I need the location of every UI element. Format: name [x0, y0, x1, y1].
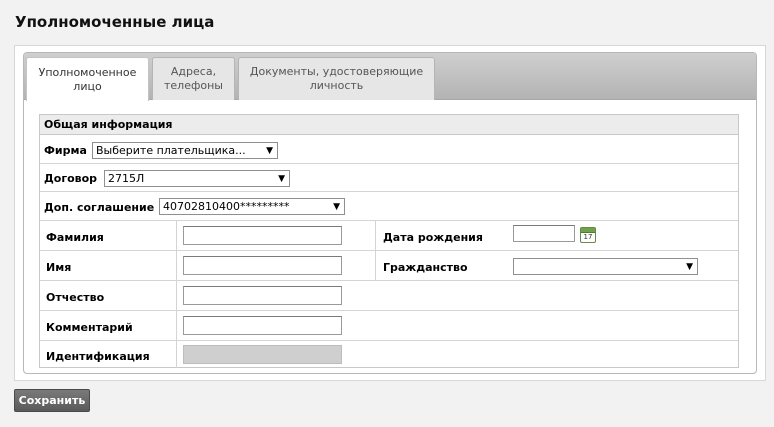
chevron-down-icon: ▼ [278, 174, 285, 184]
patronymic-label: Отчество [46, 291, 105, 304]
firm-label: Фирма [44, 144, 87, 157]
contract-label: Договор [44, 172, 98, 185]
name-label: Имя [46, 261, 72, 274]
tab-label: Адреса, телефоны [164, 65, 223, 92]
chevron-down-icon: ▼ [266, 146, 273, 156]
tab-identity-documents[interactable]: Документы, удостоверяющие личность [238, 57, 435, 100]
firm-row: Фирма Выберите плательщика... ▼ [40, 136, 738, 164]
comment-label: Комментарий [46, 321, 133, 334]
tab-label: Документы, удостоверяющие личность [249, 65, 424, 92]
identification-row: Идентификация [40, 341, 738, 368]
chevron-down-icon: ▼ [333, 202, 340, 212]
tabs-container: Уполномоченное лицо Адреса, телефоны Док… [23, 52, 757, 374]
name-input[interactable] [183, 256, 342, 275]
agreement-select-value: 40702810400********* [163, 200, 290, 213]
save-button[interactable]: Сохранить [14, 389, 90, 412]
tab-addresses-phones[interactable]: Адреса, телефоны [152, 57, 235, 100]
agreement-select[interactable]: 40702810400********* ▼ [159, 198, 345, 215]
firm-select[interactable]: Выберите плательщика... ▼ [92, 142, 278, 159]
contract-select[interactable]: 2715Л ▼ [104, 170, 290, 187]
contract-select-value: 2715Л [108, 172, 145, 185]
calendar-icon[interactable]: 17 [580, 227, 596, 243]
citizenship-select[interactable]: ▼ [513, 258, 698, 275]
surname-label: Фамилия [46, 231, 104, 244]
general-info-form: Общая информация Фирма Выберите плательщ… [39, 114, 739, 368]
chevron-down-icon: ▼ [686, 262, 693, 272]
main-panel: Уполномоченное лицо Адреса, телефоны Док… [14, 45, 766, 381]
tab-bar: Уполномоченное лицо Адреса, телефоны Док… [24, 53, 756, 101]
page-title: Уполномоченные лица [15, 13, 215, 31]
tab-label: Уполномоченное лицо [38, 65, 137, 93]
comment-input[interactable] [183, 316, 342, 335]
firm-select-value: Выберите плательщика... [96, 144, 246, 157]
comment-row: Комментарий [40, 311, 738, 341]
tab-authorized-person[interactable]: Уполномоченное лицо [26, 57, 149, 101]
citizenship-label: Гражданство [383, 261, 468, 274]
identification-input [183, 345, 342, 364]
birthdate-input[interactable] [513, 225, 575, 242]
contract-row: Договор 2715Л ▼ [40, 164, 738, 192]
name-row: Имя Гражданство ▼ [40, 251, 738, 281]
agreement-label: Доп. соглашение [44, 201, 155, 214]
surname-row: Фамилия Дата рождения 17 [40, 221, 738, 251]
birthdate-label: Дата рождения [383, 231, 483, 244]
section-title: Общая информация [40, 115, 738, 135]
patronymic-input[interactable] [183, 286, 342, 305]
patronymic-row: Отчество [40, 281, 738, 311]
agreement-row: Доп. соглашение 40702810400********* ▼ [40, 192, 738, 221]
surname-input[interactable] [183, 226, 342, 245]
identification-label: Идентификация [46, 350, 150, 363]
